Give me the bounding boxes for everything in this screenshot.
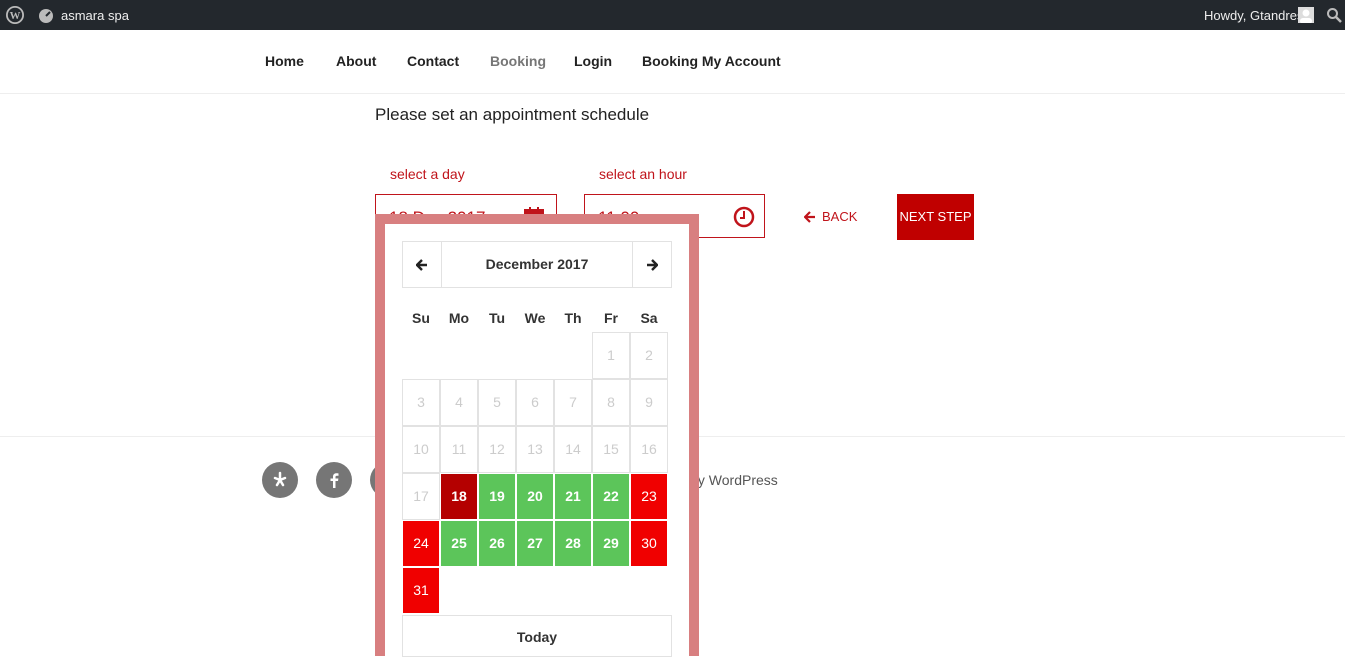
day-cell: 2 bbox=[630, 332, 668, 379]
weekday-header: Fr bbox=[604, 310, 618, 326]
main-navigation: Home About Contact Booking Login Booking… bbox=[0, 30, 1345, 94]
day-cell-selected[interactable]: 18 bbox=[440, 473, 478, 520]
avatar[interactable] bbox=[1298, 7, 1314, 23]
day-cell: 13 bbox=[516, 426, 554, 473]
day-cell-unavailable[interactable]: 31 bbox=[402, 567, 440, 614]
page-title: Please set an appointment schedule bbox=[375, 105, 650, 124]
day-cell-available[interactable]: 19 bbox=[478, 473, 516, 520]
day-cell: 12 bbox=[478, 426, 516, 473]
day-cell: 8 bbox=[592, 379, 630, 426]
day-cell: 14 bbox=[554, 426, 592, 473]
day-cell: 4 bbox=[440, 379, 478, 426]
dashboard-icon[interactable] bbox=[38, 7, 54, 23]
weekday-header: Su bbox=[412, 310, 430, 326]
next-month-button[interactable] bbox=[632, 241, 672, 288]
day-cell-unavailable[interactable]: 23 bbox=[630, 473, 668, 520]
weekday-header: We bbox=[524, 310, 546, 326]
wordpress-logo-icon[interactable]: W bbox=[6, 6, 24, 24]
month-title[interactable]: December 2017 bbox=[442, 241, 632, 288]
day-cell-available[interactable]: 21 bbox=[554, 473, 592, 520]
nav-item-booking[interactable]: Booking bbox=[490, 53, 546, 69]
back-link-label: BACK bbox=[822, 209, 858, 224]
day-cell-available[interactable]: 29 bbox=[592, 520, 630, 567]
day-cell: 17 bbox=[402, 473, 440, 520]
day-cell-available[interactable]: 28 bbox=[554, 520, 592, 567]
day-cell-available[interactable]: 25 bbox=[440, 520, 478, 567]
day-cell: 10 bbox=[402, 426, 440, 473]
day-cell-available[interactable]: 20 bbox=[516, 473, 554, 520]
weekday-header: Th bbox=[564, 310, 582, 326]
howdy-user-link[interactable]: Howdy, Gtandres bbox=[1204, 8, 1303, 23]
arrow-left-icon bbox=[803, 211, 815, 223]
day-cell: 5 bbox=[478, 379, 516, 426]
next-step-button[interactable]: NEXT STEP bbox=[897, 194, 974, 240]
weekday-header: Mo bbox=[448, 310, 470, 326]
previous-month-button[interactable] bbox=[402, 241, 442, 288]
day-cell-available[interactable]: 26 bbox=[478, 520, 516, 567]
day-cell-available[interactable]: 27 bbox=[516, 520, 554, 567]
day-field-label: select a day bbox=[390, 166, 465, 182]
facebook-icon[interactable] bbox=[316, 462, 352, 498]
arrow-right-icon bbox=[647, 259, 659, 271]
hour-field-label: select an hour bbox=[599, 166, 687, 182]
nav-item-login[interactable]: Login bbox=[574, 53, 612, 69]
nav-item-contact[interactable]: Contact bbox=[407, 53, 459, 69]
search-icon[interactable] bbox=[1326, 7, 1342, 23]
admin-bar: W asmara spa Howdy, Gtandres bbox=[0, 0, 1345, 30]
weekday-header: Tu bbox=[488, 310, 506, 326]
day-cell: 15 bbox=[592, 426, 630, 473]
yelp-icon[interactable] bbox=[262, 462, 298, 498]
day-cell-unavailable[interactable]: 24 bbox=[402, 520, 440, 567]
svg-text:W: W bbox=[10, 10, 21, 22]
arrow-left-icon bbox=[415, 259, 427, 271]
nav-item-booking-my-account[interactable]: Booking My Account bbox=[642, 53, 781, 69]
day-cell: 1 bbox=[592, 332, 630, 379]
today-button[interactable]: Today bbox=[402, 615, 672, 657]
day-cell-available[interactable]: 22 bbox=[592, 473, 630, 520]
day-cell: 7 bbox=[554, 379, 592, 426]
day-cell: 9 bbox=[630, 379, 668, 426]
day-cell: 6 bbox=[516, 379, 554, 426]
day-cell-unavailable[interactable]: 30 bbox=[630, 520, 668, 567]
site-name-link[interactable]: asmara spa bbox=[61, 8, 129, 23]
back-link[interactable]: BACK bbox=[803, 209, 858, 224]
day-cell: 11 bbox=[440, 426, 478, 473]
datepicker-popup: December 2017 Su Mo Tu We Th Fr Sa 1 2 3… bbox=[375, 214, 699, 657]
nav-item-about[interactable]: About bbox=[336, 53, 376, 69]
day-cell: 16 bbox=[630, 426, 668, 473]
datepicker-header: December 2017 bbox=[402, 241, 672, 288]
day-cell: 3 bbox=[402, 379, 440, 426]
clock-icon[interactable] bbox=[733, 206, 755, 228]
nav-item-home[interactable]: Home bbox=[265, 53, 304, 69]
weekday-header: Sa bbox=[640, 310, 658, 326]
